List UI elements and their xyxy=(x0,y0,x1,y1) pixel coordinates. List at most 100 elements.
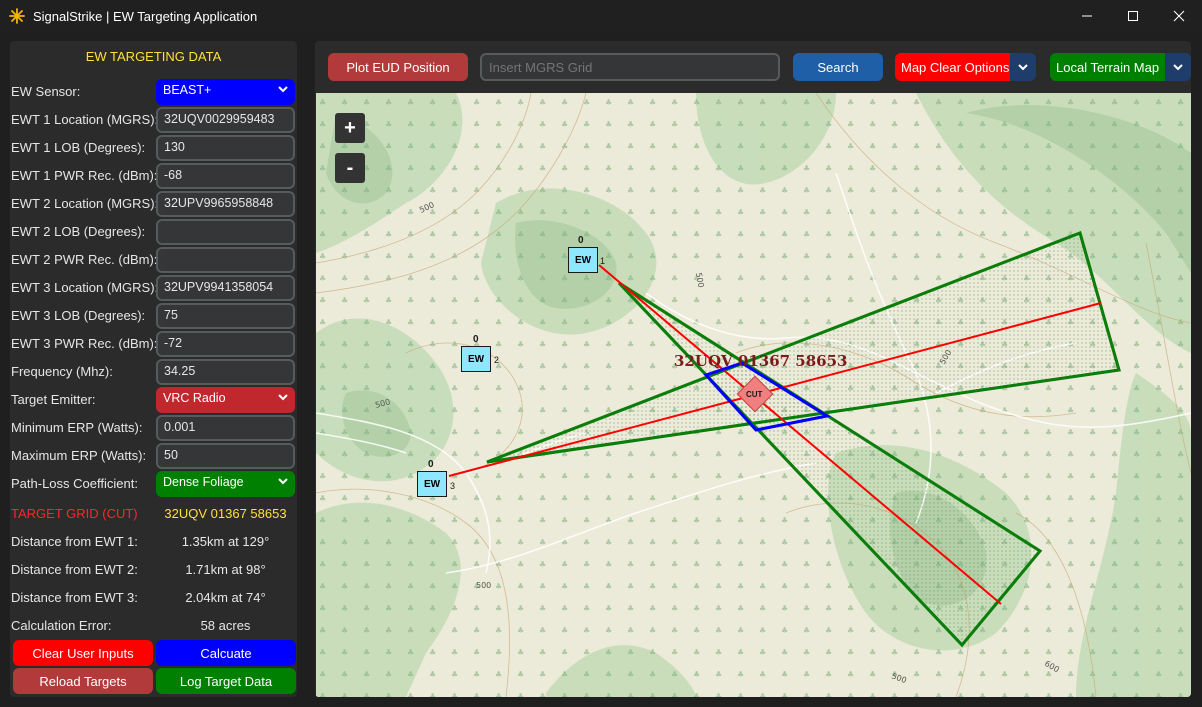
reload-targets-button[interactable]: Reload Targets xyxy=(13,668,153,694)
result-distance-ewt1: Distance from EWT 1: 1.35km at 129° xyxy=(10,529,297,555)
field-label: EWT 2 PWR Rec. (dBm): xyxy=(11,252,158,267)
result-label: Distance from EWT 1: xyxy=(11,534,138,549)
ew3-zero-label: 0 xyxy=(428,459,434,470)
map-panel: Plot EUD Position Search Map Clear Optio… xyxy=(315,41,1191,697)
map-type-combo[interactable]: Local Terrain Map xyxy=(1050,53,1191,81)
zoom-in-button[interactable]: + xyxy=(335,113,365,143)
field-ew-sensor: EW Sensor: BEAST+ xyxy=(10,79,297,105)
map-type-value[interactable]: Local Terrain Map xyxy=(1050,53,1165,81)
ew-sensor-select[interactable]: BEAST+ xyxy=(156,79,295,105)
field-label: Minimum ERP (Watts): xyxy=(11,420,143,435)
calculation-error-value: 58 acres xyxy=(200,618,251,633)
result-label: TARGET GRID (CUT) xyxy=(11,506,138,521)
search-button[interactable]: Search xyxy=(793,53,883,81)
ew1-marker[interactable]: EW xyxy=(568,247,598,273)
plot-eud-position-button[interactable]: Plot EUD Position xyxy=(328,53,468,81)
close-button[interactable] xyxy=(1156,0,1202,32)
field-ewt2-pwr: EWT 2 PWR Rec. (dBm): xyxy=(10,247,297,273)
map-type-dropdown[interactable] xyxy=(1165,53,1191,81)
cut-label: CUT xyxy=(746,390,763,399)
field-frequency: Frequency (Mhz): 34.25 xyxy=(10,359,297,385)
chevron-down-icon xyxy=(278,478,288,485)
result-target-grid: TARGET GRID (CUT) 32UQV 01367 58653 xyxy=(10,501,297,527)
target-emitter-select[interactable]: VRC Radio xyxy=(156,387,295,413)
close-icon xyxy=(1173,10,1185,22)
result-label: Distance from EWT 2: xyxy=(11,562,138,577)
distance-ewt1-value: 1.35km at 129° xyxy=(181,534,270,549)
field-ewt2-lob: EWT 2 LOB (Degrees): xyxy=(10,219,297,245)
min-erp-input[interactable]: 0.001 xyxy=(156,415,295,441)
field-label: EW Sensor: xyxy=(11,84,81,99)
field-label: Path-Loss Coefficient: xyxy=(11,476,138,491)
chevron-down-icon xyxy=(278,394,288,401)
field-label: EWT 1 PWR Rec. (dBm): xyxy=(11,168,158,183)
calculate-button[interactable]: Calcuate xyxy=(156,640,296,666)
mgrs-grid-input[interactable] xyxy=(480,53,780,81)
window-title: SignalStrike | EW Targeting Application xyxy=(33,8,258,24)
chevron-down-icon xyxy=(278,86,288,93)
terrain-map[interactable]: ♣ xyxy=(316,93,1191,697)
result-calculation-error: Calculation Error: 58 acres xyxy=(10,613,297,639)
contour-label: 500 xyxy=(476,581,491,590)
frequency-input[interactable]: 34.25 xyxy=(156,359,295,385)
max-erp-input[interactable]: 50 xyxy=(156,443,295,469)
target-grid-value: 32UQV 01367 58653 xyxy=(164,506,287,521)
minimize-button[interactable] xyxy=(1064,0,1110,32)
field-label: EWT 2 LOB (Degrees): xyxy=(11,224,146,239)
maximize-icon xyxy=(1128,11,1138,21)
maximize-button[interactable] xyxy=(1110,0,1156,32)
log-target-data-button[interactable]: Log Target Data xyxy=(156,668,296,694)
distance-ewt3-value: 2.04km at 74° xyxy=(185,590,266,605)
field-max-erp: Maximum ERP (Watts): 50 xyxy=(10,443,297,469)
select-value: Dense Foliage xyxy=(163,475,244,489)
clear-user-inputs-button[interactable]: Clear User Inputs xyxy=(13,640,153,666)
path-loss-select[interactable]: Dense Foliage xyxy=(156,471,295,497)
zoom-out-button[interactable]: - xyxy=(335,153,365,183)
map-clear-options-value[interactable]: Map Clear Options xyxy=(895,53,1010,81)
ew2-zero-label: 0 xyxy=(473,334,479,345)
field-ewt3-lob: EWT 3 LOB (Degrees): 75 xyxy=(10,303,297,329)
field-label: Target Emitter: xyxy=(11,392,96,407)
ewt2-location-input[interactable]: 32UPV9965958848 xyxy=(156,191,295,217)
field-label: EWT 3 Location (MGRS): xyxy=(11,280,159,295)
field-label: EWT 1 LOB (Degrees): xyxy=(11,140,146,155)
ewt1-pwr-input[interactable]: -68 xyxy=(156,163,295,189)
field-label: EWT 3 LOB (Degrees): xyxy=(11,308,146,323)
ewt2-lob-input[interactable] xyxy=(156,219,295,245)
ewt1-location-input[interactable]: 32UQV0029959483 xyxy=(156,107,295,133)
field-ewt3-location: EWT 3 Location (MGRS): 32UPV9941358054 xyxy=(10,275,297,301)
map-clear-options-combo[interactable]: Map Clear Options xyxy=(895,53,1036,81)
field-path-loss: Path-Loss Coefficient: Dense Foliage xyxy=(10,471,297,497)
map-clear-options-dropdown[interactable] xyxy=(1010,53,1036,81)
result-label: Distance from EWT 3: xyxy=(11,590,138,605)
ewt3-location-input[interactable]: 32UPV9941358054 xyxy=(156,275,295,301)
field-label: EWT 2 Location (MGRS): xyxy=(11,196,159,211)
field-ewt3-pwr: EWT 3 PWR Rec. (dBm): -72 xyxy=(10,331,297,357)
field-ewt1-pwr: EWT 1 PWR Rec. (dBm): -68 xyxy=(10,163,297,189)
field-ewt1-location: EWT 1 Location (MGRS): 32UQV0029959483 xyxy=(10,107,297,133)
select-value: VRC Radio xyxy=(163,391,226,405)
ew3-marker[interactable]: EW xyxy=(417,471,447,497)
field-min-erp: Minimum ERP (Watts): 0.001 xyxy=(10,415,297,441)
ew-targeting-panel: EW TARGETING DATA EW Sensor: BEAST+ EWT … xyxy=(10,41,297,697)
field-label: EWT 3 PWR Rec. (dBm): xyxy=(11,336,158,351)
ewt3-lob-input[interactable]: 75 xyxy=(156,303,295,329)
field-target-emitter: Target Emitter: VRC Radio xyxy=(10,387,297,413)
select-value: BEAST+ xyxy=(163,83,212,97)
ew1-zero-label: 0 xyxy=(578,235,584,246)
field-label: Maximum ERP (Watts): xyxy=(11,448,147,463)
title-bar: SignalStrike | EW Targeting Application xyxy=(0,0,1202,32)
signal-star-icon xyxy=(9,8,25,24)
ew2-marker[interactable]: EW xyxy=(461,346,491,372)
ewt3-pwr-input[interactable]: -72 xyxy=(156,331,295,357)
ew2-number: 2 xyxy=(494,355,500,365)
field-label: EWT 1 Location (MGRS): xyxy=(11,112,159,127)
ew3-number: 3 xyxy=(450,481,456,491)
ew1-number: 1 xyxy=(600,256,606,266)
result-label: Calculation Error: xyxy=(11,618,112,633)
ewt1-lob-input[interactable]: 130 xyxy=(156,135,295,161)
result-distance-ewt2: Distance from EWT 2: 1.71km at 98° xyxy=(10,557,297,583)
field-ewt1-lob: EWT 1 LOB (Degrees): 130 xyxy=(10,135,297,161)
ewt2-pwr-input[interactable] xyxy=(156,247,295,273)
chevron-down-icon xyxy=(1018,64,1028,71)
